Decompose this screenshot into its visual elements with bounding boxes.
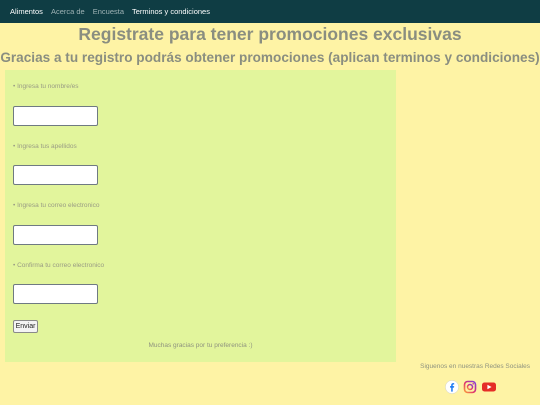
first-name-input[interactable] xyxy=(13,106,98,126)
email-input[interactable] xyxy=(13,225,98,245)
top-navbar: Alimentos Acerca de Encuesta Terminos y … xyxy=(0,0,540,23)
nav-link-alimentos[interactable]: Alimentos xyxy=(10,7,43,16)
nav-link-terminos[interactable]: Terminos y condiciones xyxy=(132,7,210,16)
first-name-label: • Ingresa tu nombre/es xyxy=(13,83,79,90)
last-name-label: • Ingresa tus apellidos xyxy=(13,143,77,150)
thanks-message: Muchas gracias por tu preferencia :) xyxy=(148,342,253,349)
page-subtitle: Gracias a tu registro podrás obtener pro… xyxy=(0,50,540,65)
confirm-email-input[interactable] xyxy=(13,284,98,304)
confirm-email-label: • Confirma tu correo electronico xyxy=(13,262,105,269)
nav-link-acerca-de[interactable]: Acerca de xyxy=(51,7,85,16)
instagram-icon[interactable] xyxy=(463,380,477,394)
social-heading: Siguenos en nuestras Redes Sociales xyxy=(420,363,530,370)
youtube-icon[interactable] xyxy=(481,380,497,394)
last-name-input[interactable] xyxy=(13,165,98,185)
nav-link-encuesta[interactable]: Encuesta xyxy=(93,7,124,16)
email-label: • Ingresa tu correo electronico xyxy=(13,202,100,209)
registration-form: • Ingresa tu nombre/es • Ingresa tus ape… xyxy=(5,70,396,362)
submit-button[interactable]: Enviar xyxy=(13,320,38,333)
facebook-icon[interactable] xyxy=(445,380,459,394)
page-title: Registrate para tener promociones exclus… xyxy=(78,24,462,44)
